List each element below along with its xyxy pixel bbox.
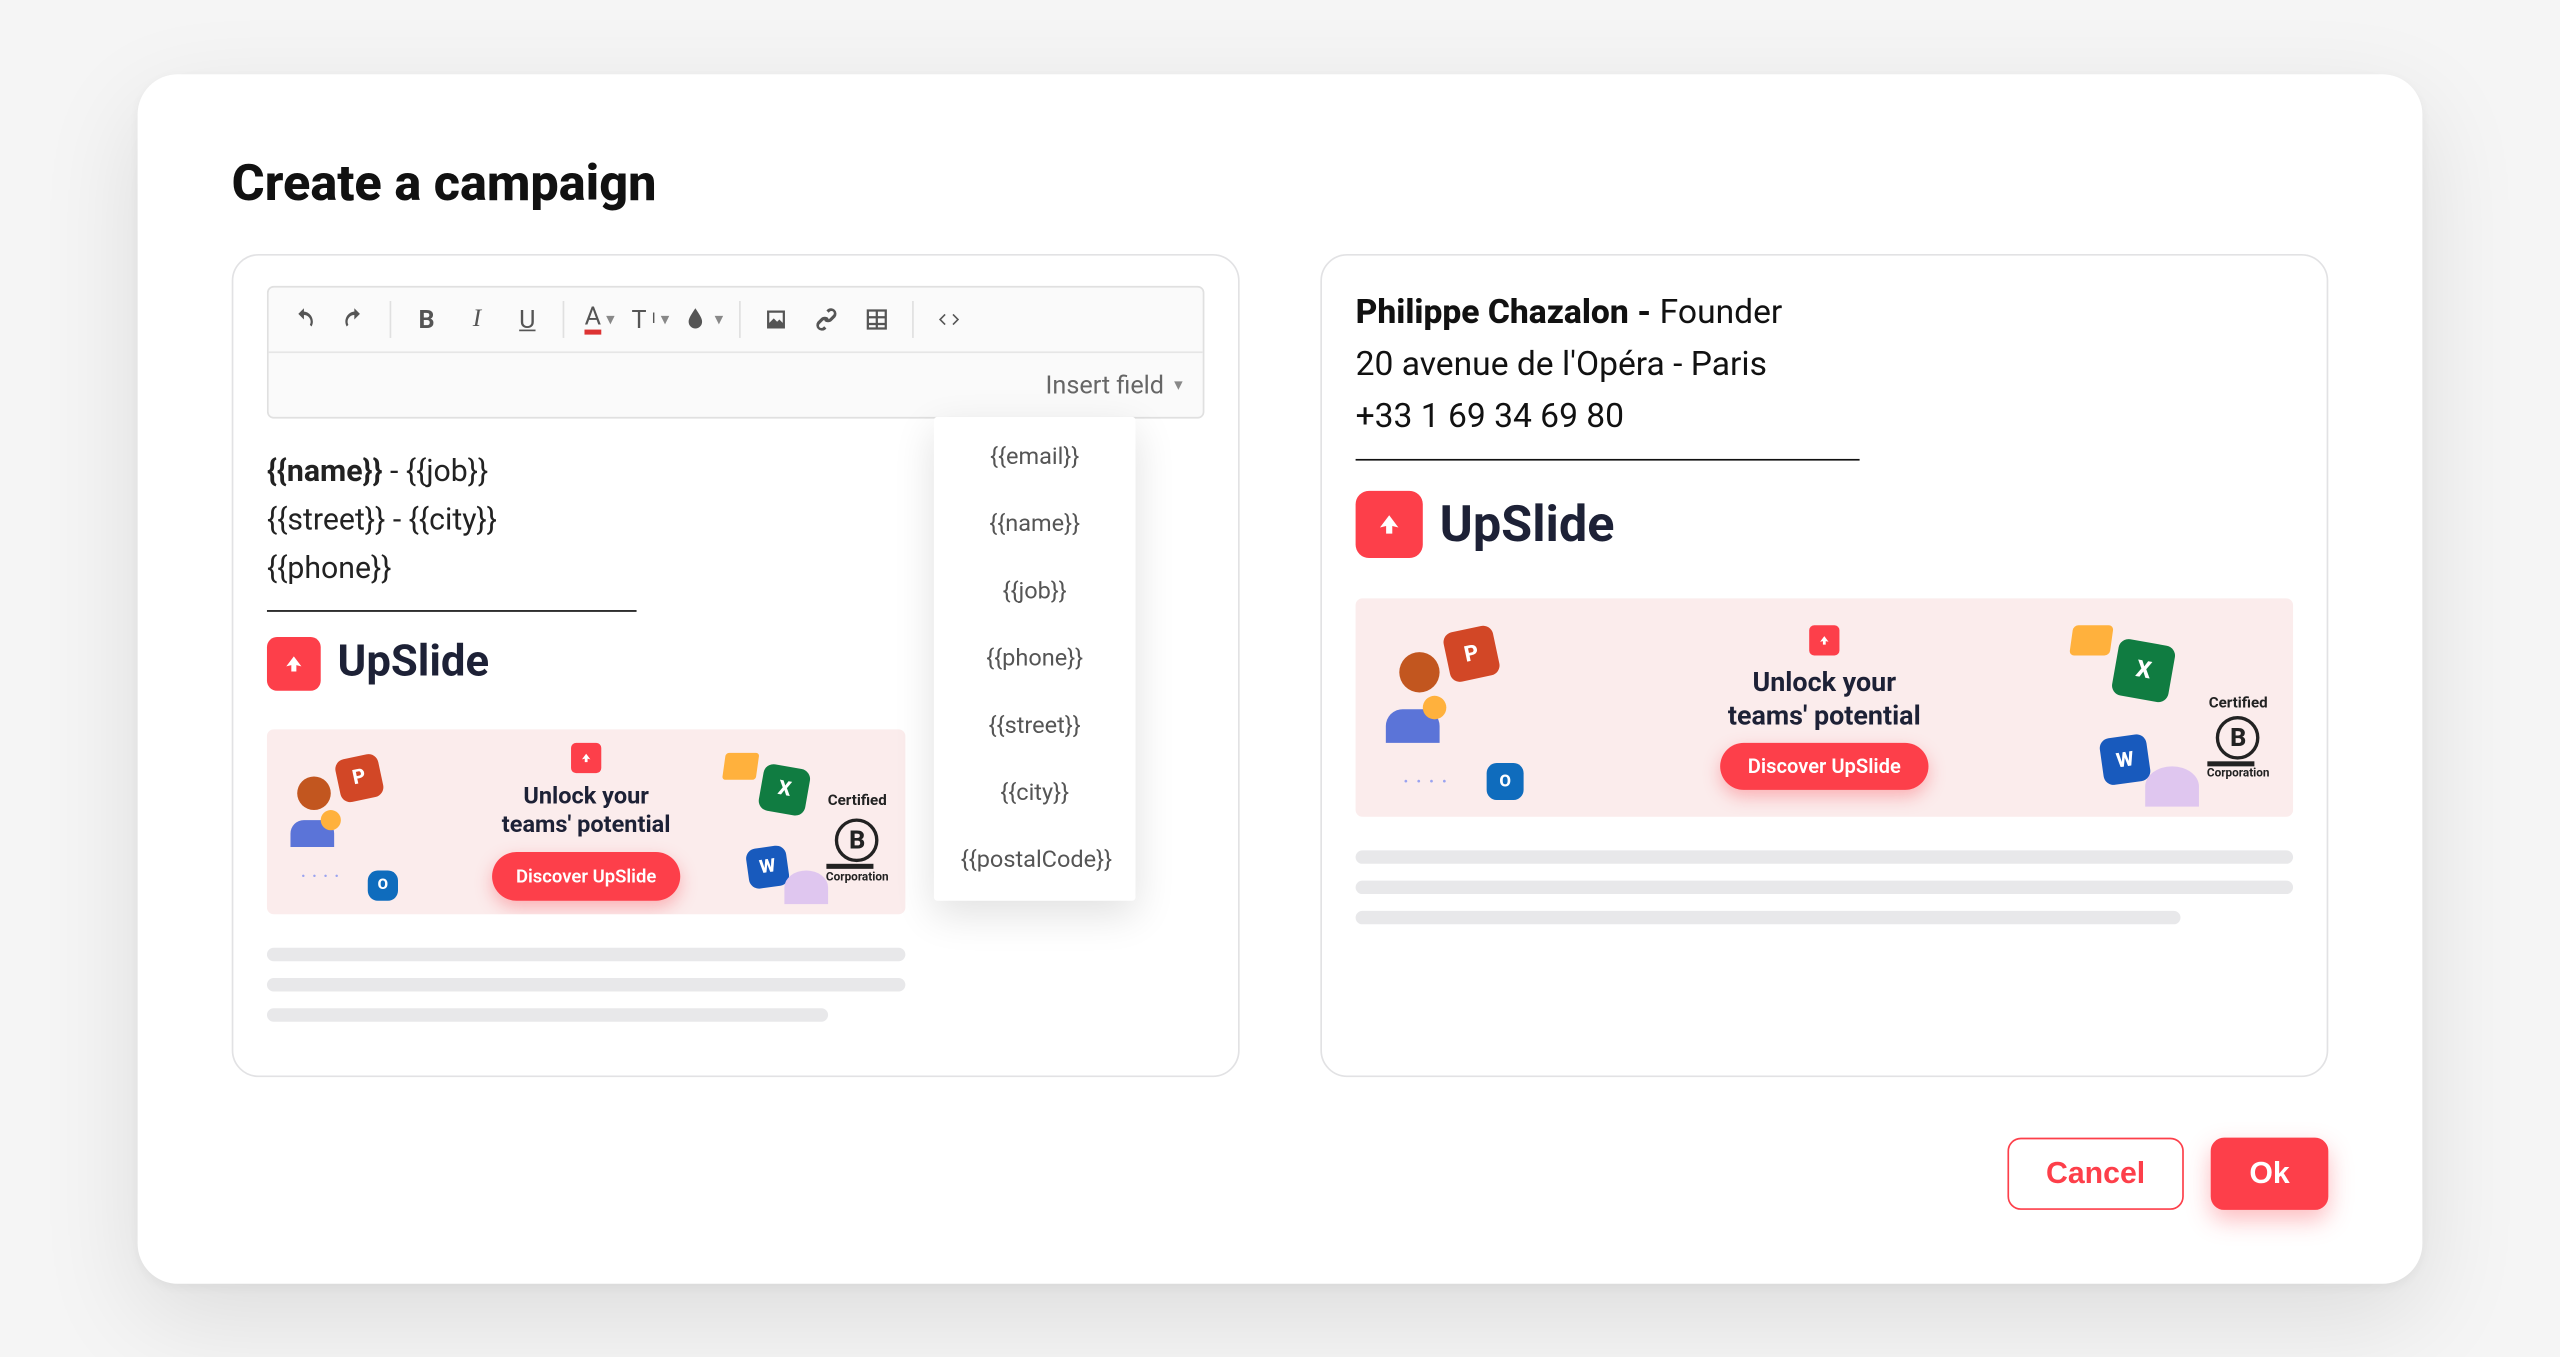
banner-title: Unlock yourteams' potential: [502, 782, 671, 841]
separator-rule: [267, 610, 637, 612]
upslide-logo-icon: [1356, 490, 1423, 557]
upslide-logo-text: UpSlide: [1440, 495, 1615, 554]
text-size-button[interactable]: TI▾: [625, 294, 676, 344]
code-view-button[interactable]: [925, 294, 975, 344]
insert-image-button[interactable]: [752, 294, 802, 344]
banner-title: Unlock yourteams' potential: [1728, 665, 1921, 732]
insert-link-button[interactable]: [802, 294, 852, 344]
insert-field-option[interactable]: {{street}}: [934, 692, 1136, 759]
insert-field-menu: {{email}} {{name}} {{job}} {{phone}} {{s…: [934, 416, 1136, 900]
phone-token: {{phone}}: [267, 550, 392, 585]
preview-address: 20 avenue de l'Opéra - Paris: [1356, 337, 2293, 389]
upslide-logo-icon: [267, 637, 321, 691]
bold-button[interactable]: B: [401, 294, 451, 344]
cancel-button[interactable]: Cancel: [2007, 1137, 2183, 1209]
insert-field-option[interactable]: {{job}}: [934, 558, 1136, 625]
insert-field-option[interactable]: {{name}}: [934, 490, 1136, 557]
redo-button[interactable]: [329, 294, 379, 344]
banner-cta[interactable]: Discover UpSlide: [1721, 742, 1928, 789]
upslide-logo-text: UpSlide: [338, 629, 490, 699]
city-token: {{city}}: [409, 502, 497, 537]
underline-button[interactable]: U: [502, 294, 552, 344]
modal-title: Create a campaign: [232, 154, 2329, 213]
ok-button[interactable]: Ok: [2211, 1137, 2329, 1209]
job-token: {{job}}: [406, 453, 488, 488]
upslide-logo-icon: [571, 742, 601, 772]
bcorp-badge: Certified B Corporation: [2207, 695, 2270, 779]
template-editor-panel: B I U A▾ TI▾ ▾ Insert field: [232, 253, 1240, 1076]
insert-field-option[interactable]: {{postalCode}}: [934, 826, 1136, 893]
insert-field-option[interactable]: {{phone}}: [934, 625, 1136, 692]
insert-field-dropdown[interactable]: Insert field ▾: [1046, 359, 1183, 409]
preview-panel: Philippe Chazalon - Founder 20 avenue de…: [1320, 253, 2328, 1076]
preview-phone: +33 1 69 34 69 80: [1356, 390, 2293, 442]
campaign-banner: P · · · · O X W Certified B Corporation: [267, 729, 905, 914]
street-token: {{street}}: [267, 502, 385, 537]
campaign-banner-preview: P · · · · O X W Certified B Corporation: [1356, 598, 2293, 816]
modal-footer: Cancel Ok: [232, 1137, 2329, 1209]
chevron-down-icon: ▾: [1174, 375, 1182, 393]
placeholder-lines: [1356, 850, 2293, 924]
banner-cta[interactable]: Discover UpSlide: [492, 851, 679, 901]
insert-field-option[interactable]: {{city}}: [934, 759, 1136, 826]
insert-table-button[interactable]: [852, 294, 902, 344]
highlight-button[interactable]: ▾: [676, 294, 730, 344]
insert-field-option[interactable]: {{email}}: [934, 423, 1136, 490]
editor-toolbar: B I U A▾ TI▾ ▾ Insert field: [267, 285, 1204, 418]
name-token: {{name}}: [267, 453, 383, 488]
upslide-logo-icon: [1809, 625, 1839, 655]
font-color-button[interactable]: A▾: [574, 294, 624, 344]
insert-field-label: Insert field: [1046, 369, 1164, 399]
separator-rule: [1356, 458, 1860, 460]
bcorp-badge: Certified B Corporation: [826, 790, 889, 887]
preview-job: Founder: [1660, 290, 1783, 330]
preview-identity: Philippe Chazalon - Founder 20 avenue de…: [1356, 285, 2293, 441]
undo-button[interactable]: [279, 294, 329, 344]
placeholder-lines: [267, 947, 905, 1021]
italic-button[interactable]: I: [452, 294, 502, 344]
create-campaign-modal: Create a campaign B I U A▾ TI▾ ▾: [138, 74, 2423, 1284]
preview-name: Philippe Chazalon: [1356, 290, 1629, 330]
